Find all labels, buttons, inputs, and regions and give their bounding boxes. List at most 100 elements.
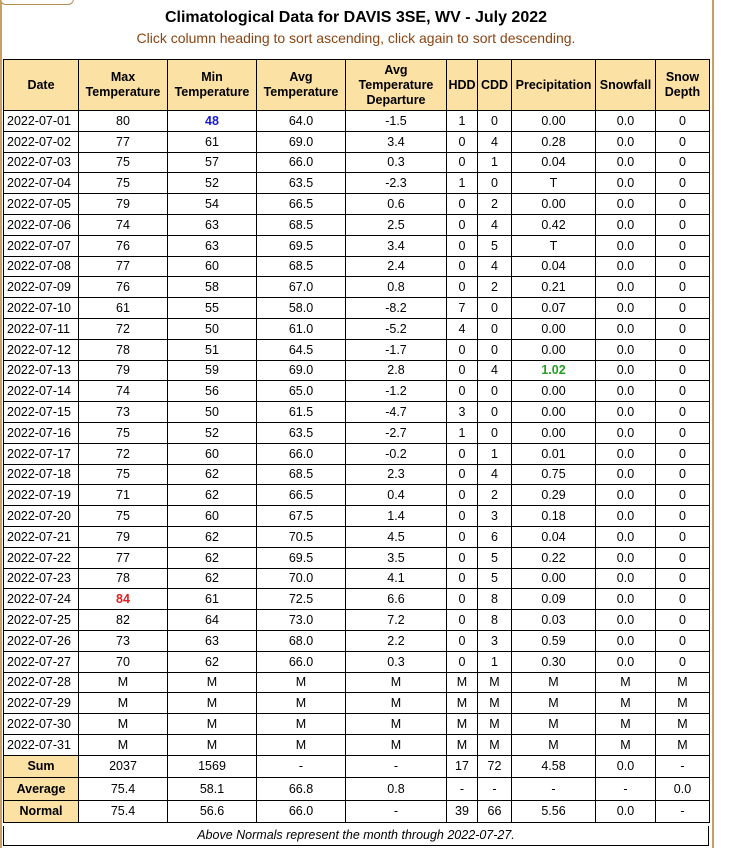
cell-precipitation: 0.00: [511, 380, 596, 403]
cell-cdd: 1: [477, 442, 512, 465]
summary-cell-avg-temperature: 66.0: [256, 799, 346, 824]
cell-date: 2022-07-09: [3, 276, 79, 299]
table-row: 2022-07-27 70 62 66.0 0.3 0 1 0.30 0.0 0: [3, 650, 710, 673]
cell-max-temperature: 72: [78, 317, 168, 340]
summary-cell-snowfall: -: [595, 777, 656, 801]
summary-cell-avg-temperature: -: [256, 754, 346, 779]
cell-min-temperature: 64: [167, 609, 257, 631]
cell-cdd: 0: [477, 317, 512, 340]
summary-label: Normal: [3, 799, 79, 824]
summary-cell-snow-depth: -: [655, 754, 710, 779]
cell-avg-temperature-departure: 2.3: [345, 463, 447, 486]
cell-max-temperature: M: [78, 671, 168, 694]
cell-avg-temperature-departure: -5.2: [345, 317, 447, 340]
cell-snowfall: 0.0: [595, 546, 656, 569]
cell-hdd: 0: [446, 338, 478, 361]
cell-avg-temperature: 66.0: [256, 650, 346, 673]
cell-min-temperature: 62: [167, 463, 257, 486]
cell-max-temperature: 78: [78, 338, 168, 361]
cell-avg-temperature-departure: 0.8: [345, 276, 447, 299]
cell-max-temperature: 78: [78, 567, 168, 590]
cell-cdd: 0: [477, 401, 512, 423]
cell-cdd: 5: [477, 546, 512, 569]
cell-snowfall: 0.0: [595, 650, 656, 673]
column-header-precipitation[interactable]: Precipitation: [511, 59, 596, 111]
cell-snow-depth: 0: [655, 130, 710, 153]
cell-max-temperature: 79: [78, 525, 168, 548]
cell-max-temperature: 76: [78, 234, 168, 257]
cell-min-temperature: 62: [167, 546, 257, 569]
column-header-snow-depth[interactable]: Snow Depth: [655, 59, 710, 111]
table-row: 2022-07-25 82 64 73.0 7.2 0 8 0.03 0.0 0: [3, 609, 710, 631]
table-row: 2022-07-08 77 60 68.5 2.4 0 4 0.04 0.0 0: [3, 255, 710, 278]
cell-min-temperature: 48: [167, 110, 257, 132]
cell-avg-temperature: 66.5: [256, 484, 346, 507]
summary-label: Sum: [3, 754, 79, 779]
table-body: 2022-07-01 80 48 64.0 -1.5 1 0 0.00 0.0 0 2022-07-…: [3, 110, 710, 756]
cell-min-temperature: 63: [167, 629, 257, 652]
cell-snow-depth: 0: [655, 505, 710, 527]
cell-snow-depth: 0: [655, 172, 710, 195]
cell-snow-depth: M: [655, 692, 710, 715]
column-header-min-temperature[interactable]: Min Temperature: [167, 59, 257, 111]
table-row: 2022-07-11 72 50 61.0 -5.2 4 0 0.00 0.0 0: [3, 317, 710, 340]
cell-precipitation: 0.09: [511, 588, 596, 611]
cell-snow-depth: M: [655, 671, 710, 694]
cell-snow-depth: 0: [655, 193, 710, 215]
cell-date: 2022-07-18: [3, 463, 79, 486]
cell-hdd: 0: [446, 629, 478, 652]
cell-snow-depth: 0: [655, 234, 710, 257]
cell-max-temperature: 75: [78, 505, 168, 527]
cell-snow-depth: 0: [655, 359, 710, 382]
summary-cell-cdd: -: [477, 777, 512, 801]
cell-snowfall: 0.0: [595, 609, 656, 631]
cell-snow-depth: 0: [655, 567, 710, 590]
cell-precipitation: 0.07: [511, 297, 596, 319]
column-header-cdd[interactable]: CDD: [477, 59, 512, 111]
cell-min-temperature: 52: [167, 421, 257, 444]
cell-snow-depth: M: [655, 733, 710, 756]
cell-hdd: 1: [446, 172, 478, 195]
cell-snowfall: 0.0: [595, 234, 656, 257]
cell-max-temperature: M: [78, 733, 168, 756]
cell-avg-temperature: 70.5: [256, 525, 346, 548]
cell-snowfall: 0.0: [595, 505, 656, 527]
table-row: 2022-07-28 M M M M M M M M M: [3, 671, 710, 694]
cell-cdd: 8: [477, 588, 512, 611]
summary-cell-avg-temperature-departure: -: [345, 754, 447, 779]
table-row: 2022-07-05 79 54 66.5 0.6 0 2 0.00 0.0 0: [3, 193, 710, 215]
cell-hdd: 1: [446, 421, 478, 444]
column-header-avg-temperature-departure[interactable]: Avg Temperature Departure: [345, 59, 447, 111]
cell-cdd: 1: [477, 151, 512, 174]
column-header-snowfall[interactable]: Snowfall: [595, 59, 656, 111]
cell-avg-temperature: 61.5: [256, 401, 346, 423]
cell-avg-temperature: 73.0: [256, 609, 346, 631]
cell-hdd: 0: [446, 546, 478, 569]
cell-date: 2022-07-16: [3, 421, 79, 444]
cell-hdd: 0: [446, 193, 478, 215]
cell-avg-temperature-departure: -2.3: [345, 172, 447, 195]
cell-cdd: 3: [477, 505, 512, 527]
corner-tab: [0, 0, 74, 5]
cell-min-temperature: 62: [167, 525, 257, 548]
column-header-avg-temperature[interactable]: Avg Temperature: [256, 59, 346, 111]
cell-avg-temperature-departure: -1.5: [345, 110, 447, 132]
cell-date: 2022-07-03: [3, 151, 79, 174]
cell-precipitation: 0.59: [511, 629, 596, 652]
cell-date: 2022-07-23: [3, 567, 79, 590]
column-header-hdd[interactable]: HDD: [446, 59, 478, 111]
column-header-max-temperature[interactable]: Max Temperature: [78, 59, 168, 111]
cell-avg-temperature: M: [256, 671, 346, 694]
cell-max-temperature: 74: [78, 213, 168, 236]
cell-snow-depth: 0: [655, 338, 710, 361]
cell-cdd: 0: [477, 172, 512, 195]
cell-hdd: 7: [446, 297, 478, 319]
column-header-date[interactable]: Date: [3, 59, 79, 111]
cell-snowfall: 0.0: [595, 629, 656, 652]
cell-precipitation: 0.04: [511, 255, 596, 278]
sort-instructions: Click column heading to sort ascending, …: [136, 30, 576, 46]
summary-cell-precipitation: -: [511, 777, 596, 801]
cell-date: 2022-07-01: [3, 110, 79, 132]
cell-snowfall: 0.0: [595, 567, 656, 590]
cell-hdd: 0: [446, 525, 478, 548]
